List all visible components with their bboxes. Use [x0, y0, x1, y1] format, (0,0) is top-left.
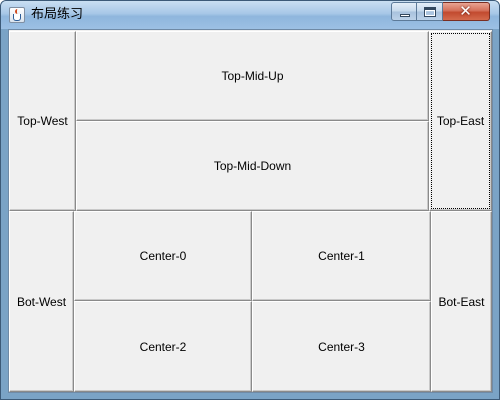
center-3-button[interactable]: Center-3 [252, 301, 431, 392]
center-1-button[interactable]: Center-1 [252, 211, 431, 301]
layout-client-area: Top-West Top-Mid-Up Top-Mid-Down Top-Eas… [8, 29, 493, 393]
title-bar[interactable]: 布局练习 ✕ [1, 1, 499, 29]
app-window: 布局练习 ✕ Top-West Top-Mid-Up Top-Mid-Down … [0, 0, 500, 400]
top-mid-up-label: Top-Mid-Up [221, 69, 284, 83]
top-west-button[interactable]: Top-West [9, 31, 76, 211]
bot-east-button[interactable]: Bot-East [431, 211, 492, 392]
bot-west-button[interactable]: Bot-West [9, 211, 74, 392]
top-mid-down-label: Top-Mid-Down [213, 159, 292, 173]
close-icon: ✕ [459, 2, 472, 20]
java-cup-icon[interactable] [9, 7, 25, 23]
center-0-label: Center-0 [139, 249, 187, 263]
bot-west-label: Bot-West [16, 294, 67, 309]
center-2-label: Center-2 [139, 339, 187, 354]
maximize-icon [424, 7, 436, 17]
center-2-button[interactable]: Center-2 [74, 301, 252, 392]
bot-east-label: Bot-East [438, 294, 485, 309]
maximize-button[interactable] [417, 2, 443, 21]
top-mid-up-button[interactable]: Top-Mid-Up [76, 31, 429, 121]
close-button[interactable]: ✕ [443, 2, 490, 21]
top-west-label: Top-West [17, 114, 68, 128]
minimize-icon [400, 14, 410, 17]
top-east-button[interactable]: Top-East [429, 31, 492, 211]
center-3-label: Center-3 [318, 339, 365, 354]
center-1-label: Center-1 [318, 249, 365, 263]
minimize-button[interactable] [391, 2, 417, 21]
center-0-button[interactable]: Center-0 [74, 211, 252, 301]
window-title: 布局练习 [31, 7, 84, 22]
top-east-label: Top-East [436, 114, 485, 128]
top-mid-down-button[interactable]: Top-Mid-Down [76, 121, 429, 211]
